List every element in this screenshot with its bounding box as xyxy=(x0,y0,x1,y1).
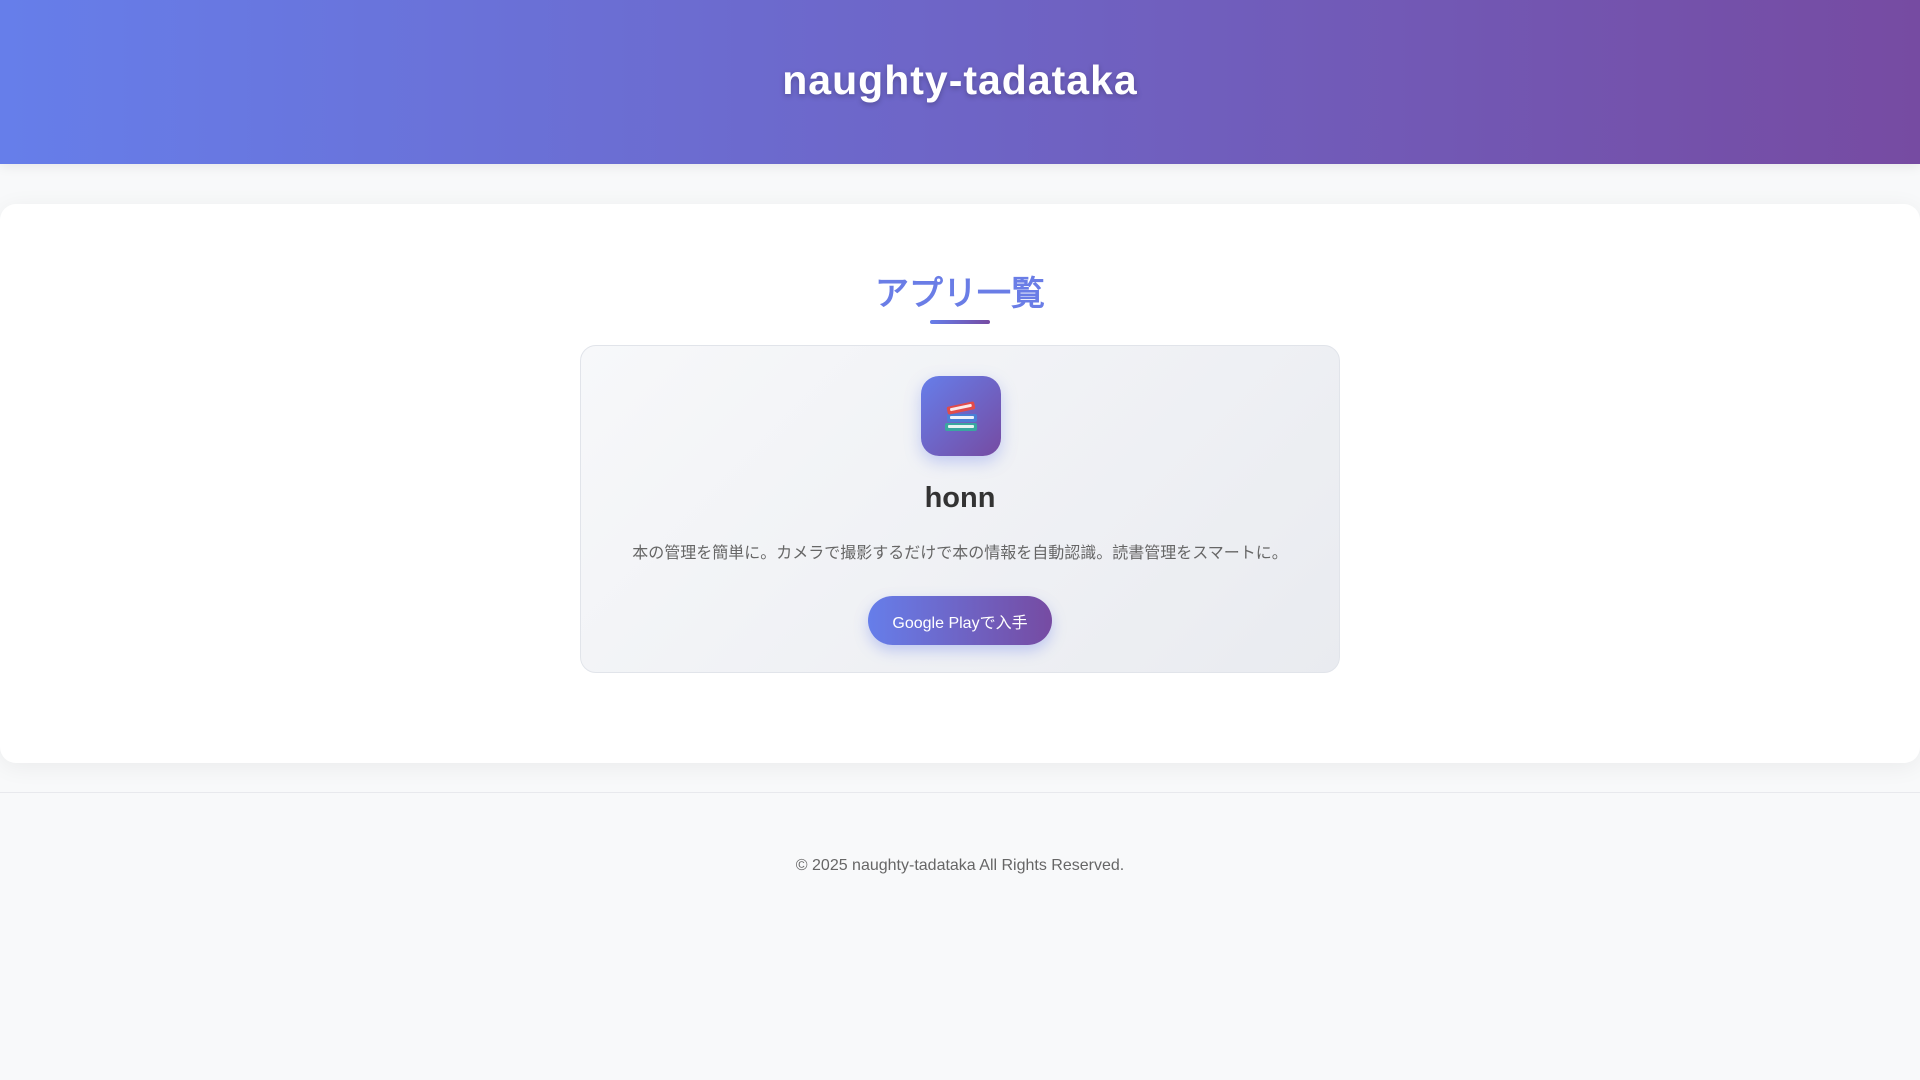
section-title: アプリ一覧 xyxy=(875,275,1045,313)
app-card: honn 本の管理を簡単に。カメラで撮影するだけで本の情報を自動認識。読書管理を… xyxy=(580,345,1340,673)
footer-copyright: © 2025 naughty-tadataka All Rights Reser… xyxy=(795,857,1125,874)
app-description: 本の管理を簡単に。カメラで撮影するだけで本の情報を自動認識。読書管理をスマートに… xyxy=(632,543,1288,562)
google-play-button[interactable]: Google Playで入手 xyxy=(868,596,1052,645)
site-header: naughty-tadataka xyxy=(0,0,1920,164)
books-icon xyxy=(921,376,1001,456)
main-panel: アプリ一覧 honn 本の管理を簡単に。カメラで撮影するだけで本の情報を自動認識… xyxy=(0,204,1920,763)
app-name: honn xyxy=(924,482,996,514)
site-title: naughty-tadataka xyxy=(782,56,1138,103)
footer-divider xyxy=(0,792,1920,793)
section-title-underline xyxy=(930,320,990,324)
